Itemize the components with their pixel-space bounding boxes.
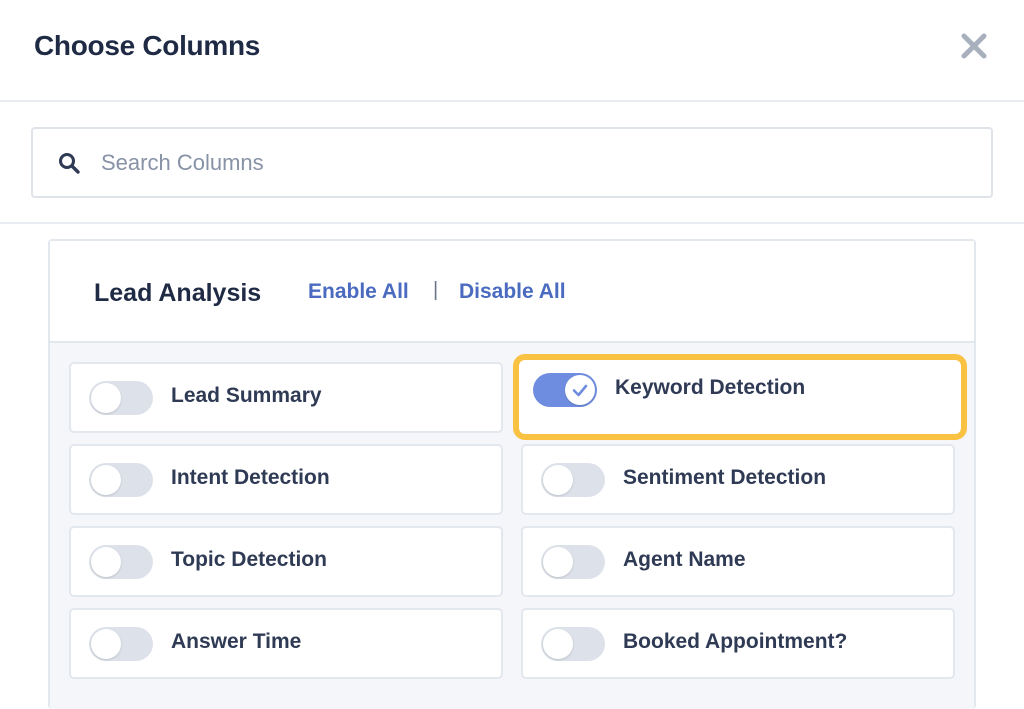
section-title: Lead Analysis xyxy=(94,279,262,307)
lead-analysis-panel: Lead Analysis Enable All | Disable All L… xyxy=(48,239,976,709)
columns-grid: Lead Summary Keyword Detection Intent De… xyxy=(50,343,974,709)
intent-detection-toggle[interactable] xyxy=(89,463,153,497)
close-icon xyxy=(961,33,987,59)
search-icon xyxy=(59,153,80,174)
search-section xyxy=(0,102,1024,224)
search-box[interactable] xyxy=(31,127,993,198)
search-input[interactable] xyxy=(101,143,961,183)
link-separator: | xyxy=(433,279,439,301)
disable-all-link[interactable]: Disable All xyxy=(459,280,566,304)
toggle-knob xyxy=(565,375,595,405)
column-option-answer-time[interactable]: Answer Time xyxy=(69,608,503,679)
agent-name-toggle[interactable] xyxy=(541,545,605,579)
enable-all-link[interactable]: Enable All xyxy=(308,280,409,304)
column-label: Booked Appointment? xyxy=(623,630,848,653)
column-label: Keyword Detection xyxy=(615,376,806,399)
column-option-keyword-detection[interactable]: Keyword Detection xyxy=(513,354,967,440)
section-header: Lead Analysis Enable All | Disable All xyxy=(50,241,974,343)
close-button[interactable] xyxy=(956,28,992,64)
column-option-topic-detection[interactable]: Topic Detection xyxy=(69,526,503,597)
column-option-intent-detection[interactable]: Intent Detection xyxy=(69,444,503,515)
column-option-booked-appointment[interactable]: Booked Appointment? xyxy=(521,608,955,679)
sentiment-detection-toggle[interactable] xyxy=(541,463,605,497)
lead-summary-toggle[interactable] xyxy=(89,381,153,415)
toggle-knob xyxy=(91,547,121,577)
toggle-knob xyxy=(543,629,573,659)
column-option-agent-name[interactable]: Agent Name xyxy=(521,526,955,597)
booked-appointment-toggle[interactable] xyxy=(541,627,605,661)
column-label: Sentiment Detection xyxy=(623,466,827,489)
column-label: Intent Detection xyxy=(171,466,330,489)
topic-detection-toggle[interactable] xyxy=(89,545,153,579)
toggle-knob xyxy=(91,629,121,659)
column-label: Lead Summary xyxy=(171,384,322,407)
check-icon xyxy=(572,384,588,397)
dialog-title: Choose Columns xyxy=(34,30,261,61)
toggle-knob xyxy=(543,547,573,577)
toggle-knob xyxy=(91,383,121,413)
dialog-header: Choose Columns xyxy=(0,0,1024,102)
answer-time-toggle[interactable] xyxy=(89,627,153,661)
column-label: Answer Time xyxy=(171,630,302,653)
keyword-detection-toggle[interactable] xyxy=(533,373,597,407)
column-option-sentiment-detection[interactable]: Sentiment Detection xyxy=(521,444,955,515)
column-label: Topic Detection xyxy=(171,548,327,571)
column-label: Agent Name xyxy=(623,548,746,571)
toggle-knob xyxy=(543,465,573,495)
column-option-lead-summary[interactable]: Lead Summary xyxy=(69,362,503,433)
toggle-knob xyxy=(91,465,121,495)
